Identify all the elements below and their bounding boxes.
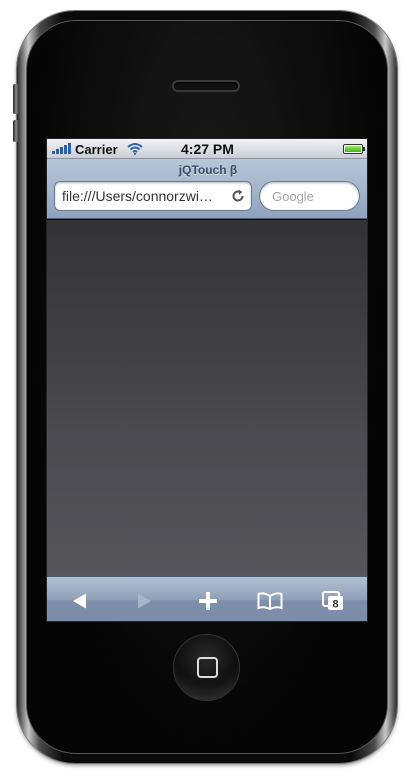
url-field[interactable]: file:///Users/connorzwi… <box>54 181 252 211</box>
browser-title-bar: jQTouch β file:///Users/connorzwi… Googl… <box>47 159 367 219</box>
back-button[interactable] <box>56 577 104 621</box>
forward-arrow-icon <box>138 593 151 608</box>
volume-button <box>13 120 19 142</box>
plus-icon <box>199 591 217 610</box>
pages-count: 8 <box>332 598 338 610</box>
screen: Carrier 4:27 PM jQTouch β file:///Users/… <box>46 138 368 622</box>
home-button[interactable] <box>173 634 240 701</box>
battery-icon <box>343 144 365 154</box>
page-title: jQTouch β <box>178 163 238 177</box>
browser-toolbar: 8 <box>47 576 367 621</box>
bookmarks-icon <box>257 591 283 610</box>
bookmarks-button[interactable] <box>246 577 294 621</box>
home-square-icon <box>197 657 218 678</box>
pages-button[interactable]: 8 <box>309 577 357 621</box>
web-content[interactable] <box>47 220 367 576</box>
back-arrow-icon <box>73 593 86 608</box>
search-field[interactable]: Google <box>259 181 360 211</box>
status-bar: Carrier 4:27 PM <box>47 139 367 159</box>
mute-switch <box>13 84 19 114</box>
wifi-icon <box>127 142 143 158</box>
add-bookmark-button[interactable] <box>184 577 232 621</box>
status-time: 4:27 PM <box>181 141 234 157</box>
pages-icon: 8 <box>322 590 343 610</box>
signal-bars-icon <box>52 143 71 154</box>
url-text: file:///Users/connorzwi… <box>62 188 213 204</box>
reload-icon[interactable] <box>230 188 246 207</box>
battery-level <box>345 146 361 152</box>
carrier-label: Carrier <box>75 142 118 157</box>
earpiece-speaker <box>172 80 240 92</box>
forward-button[interactable] <box>120 577 168 621</box>
